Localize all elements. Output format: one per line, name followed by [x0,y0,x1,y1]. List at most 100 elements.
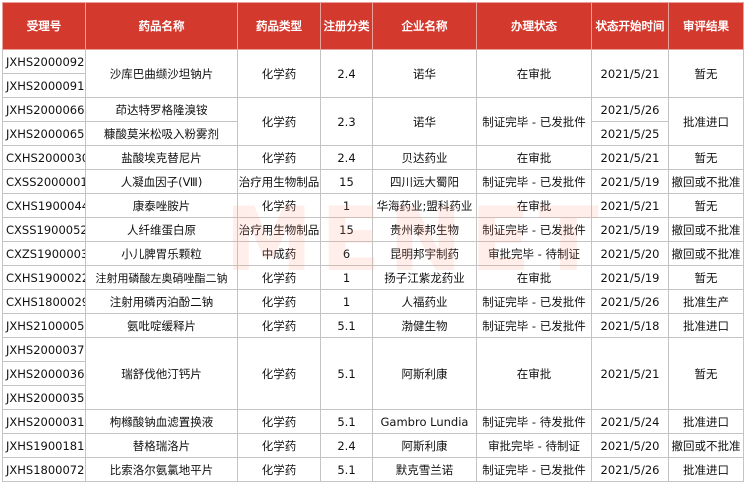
accession-number: CXZS1900003 [2,241,86,266]
drug-name: 小儿脾胃乐颗粒 [85,241,238,266]
process-status: 制证完毕 - 已发批件 [476,169,592,194]
header-cell: 药品名称 [85,2,238,50]
drug-name: 人凝血因子(Ⅷ) [85,169,238,194]
table-row: JXHS1900181 替格瑞洛片 化学药 2.4 阿斯利康 审批完毕 - 待制… [2,433,744,458]
header-cell: 受理号 [2,2,86,50]
accession-number: JXHS2000065 [2,121,86,146]
table-row: CXHS1900044 康泰唑胺片 化学药 1 华海药业;盟科药业 在审批 20… [2,193,744,218]
header-cell: 办理状态 [476,2,592,50]
process-status: 在审批 [476,49,592,98]
review-result: 撤回或不批准 [668,169,744,194]
drug-type: 化学药 [237,289,321,314]
header-cell: 企业名称 [372,2,477,50]
status-date: 2021/5/21 [591,193,669,218]
status-date: 2021/5/21 [591,49,669,98]
review-result: 批准生产 [668,289,744,314]
registration-class: 1 [320,193,373,218]
drug-name: 枸橼酸钠血滤置换液 [85,409,238,434]
drug-type: 化学药 [237,193,321,218]
process-status: 制证完毕 - 已发批件 [476,97,592,146]
review-result: 批准进口 [668,313,744,338]
status-date: 2021/5/26 [591,289,669,314]
company-name: 贵州泰邦生物 [372,217,477,242]
accession-number: JXHS2000035 [2,385,86,410]
drug-type: 化学药 [237,433,321,458]
review-result: 撤回或不批准 [668,217,744,242]
header-cell: 状态开始时间 [591,2,669,50]
table-row: JXHS2000092 沙库巴曲缬沙坦钠片 化学药 2.4 诺华 在审批 202… [2,49,744,98]
review-result: 批准进口 [668,409,744,434]
accession-number: JXHS2000031 [2,409,86,434]
registration-class: 15 [320,217,373,242]
accession-number: CXHS2000030 [2,145,86,170]
company-name: 诺华 [372,49,477,98]
review-result: 撤回或不批准 [668,433,744,458]
header-row: 受理号 药品名称 药品类型 注册分类 企业名称 办理状态 状态开始时间 审评结果 [2,2,744,50]
accession-number: JXHS2100005 [2,313,86,338]
status-date: 2021/5/21 [591,337,669,410]
table-row: JXHS2000031 枸橼酸钠血滤置换液 化学药 5.1 Gambro Lun… [2,409,744,434]
accession-number: JXHS2000091 [2,73,86,98]
header-cell: 注册分类 [320,2,373,50]
company-name: 渤健生物 [372,313,477,338]
table-row: CXHS2000030 盐酸埃克替尼片 化学药 2.4 贝达药业 在审批 202… [2,145,744,170]
status-date: 2021/5/26 [591,97,669,122]
registration-class: 2.3 [320,97,373,146]
company-name: 昆明邦宇制药 [372,241,477,266]
drug-type: 化学药 [237,265,321,290]
review-result: 撤回或不批准 [668,241,744,266]
process-status: 在审批 [476,145,592,170]
company-name: 扬子江紫龙药业 [372,265,477,290]
table-row: JXHS2000066 茚达特罗格隆溴铵 化学药 2.3 诺华 制证完毕 - 已… [2,97,744,146]
company-name: 人福药业 [372,289,477,314]
accession-number: JXHS2000066 [2,97,86,122]
drug-type: 治疗用生物制品 [237,169,321,194]
drug-type: 化学药 [237,145,321,170]
accession-number: CXHS1800029 [2,289,86,314]
company-name: 阿斯利康 [372,337,477,410]
status-date: 2021/5/18 [591,313,669,338]
company-name: 四川远大蜀阳 [372,169,477,194]
accession-number: CXHS1900022 [2,265,86,290]
process-status: 制证完毕 - 已发批件 [476,217,592,242]
registration-class: 1 [320,289,373,314]
status-date: 2021/5/19 [591,169,669,194]
drug-type: 化学药 [237,313,321,338]
review-result: 暂无 [668,265,744,290]
drug-approval-table: 受理号 药品名称 药品类型 注册分类 企业名称 办理状态 状态开始时间 审评结果… [2,2,744,482]
review-result: 暂无 [668,337,744,410]
accession-number: JXHS2000036 [2,361,86,386]
drug-type: 化学药 [237,409,321,434]
process-status: 制证完毕 - 待发批件 [476,409,592,434]
company-name: 阿斯利康 [372,433,477,458]
process-status: 制证完毕 - 已发批件 [476,313,592,338]
table-row: JXHS2100005 氨吡啶缓释片 化学药 5.1 渤健生物 制证完毕 - 已… [2,313,744,338]
drug-type: 化学药 [237,97,321,146]
status-date: 2021/5/25 [591,121,669,146]
status-date: 2021/5/24 [591,409,669,434]
drug-type: 化学药 [237,337,321,410]
review-result: 暂无 [668,49,744,98]
registration-class: 2.4 [320,433,373,458]
drug-name: 人纤维蛋白原 [85,217,238,242]
drug-type: 治疗用生物制品 [237,217,321,242]
company-name: 华海药业;盟科药业 [372,193,477,218]
drug-name: 茚达特罗格隆溴铵 [85,97,238,122]
accession-number: JXHS2000037 [2,337,86,362]
accession-number: JXHS2000092 [2,49,86,74]
registration-class: 6 [320,241,373,266]
accession-number: CXSS1900052 [2,217,86,242]
process-status: 在审批 [476,193,592,218]
drug-name: 瑞舒伐他汀钙片 [85,337,238,410]
review-result: 批准进口 [668,97,744,146]
review-result: 暂无 [668,193,744,218]
drug-name: 沙库巴曲缬沙坦钠片 [85,49,238,98]
process-status: 在审批 [476,265,592,290]
header-cell: 药品类型 [237,2,321,50]
status-date: 2021/5/20 [591,241,669,266]
registration-class: 5.1 [320,313,373,338]
company-name: 贝达药业 [372,145,477,170]
table-row: CXZS1900003 小儿脾胃乐颗粒 中成药 6 昆明邦宇制药 审批完毕 - … [2,241,744,266]
drug-name: 糠酸莫米松吸入粉雾剂 [85,121,238,146]
drug-name: 氨吡啶缓释片 [85,313,238,338]
